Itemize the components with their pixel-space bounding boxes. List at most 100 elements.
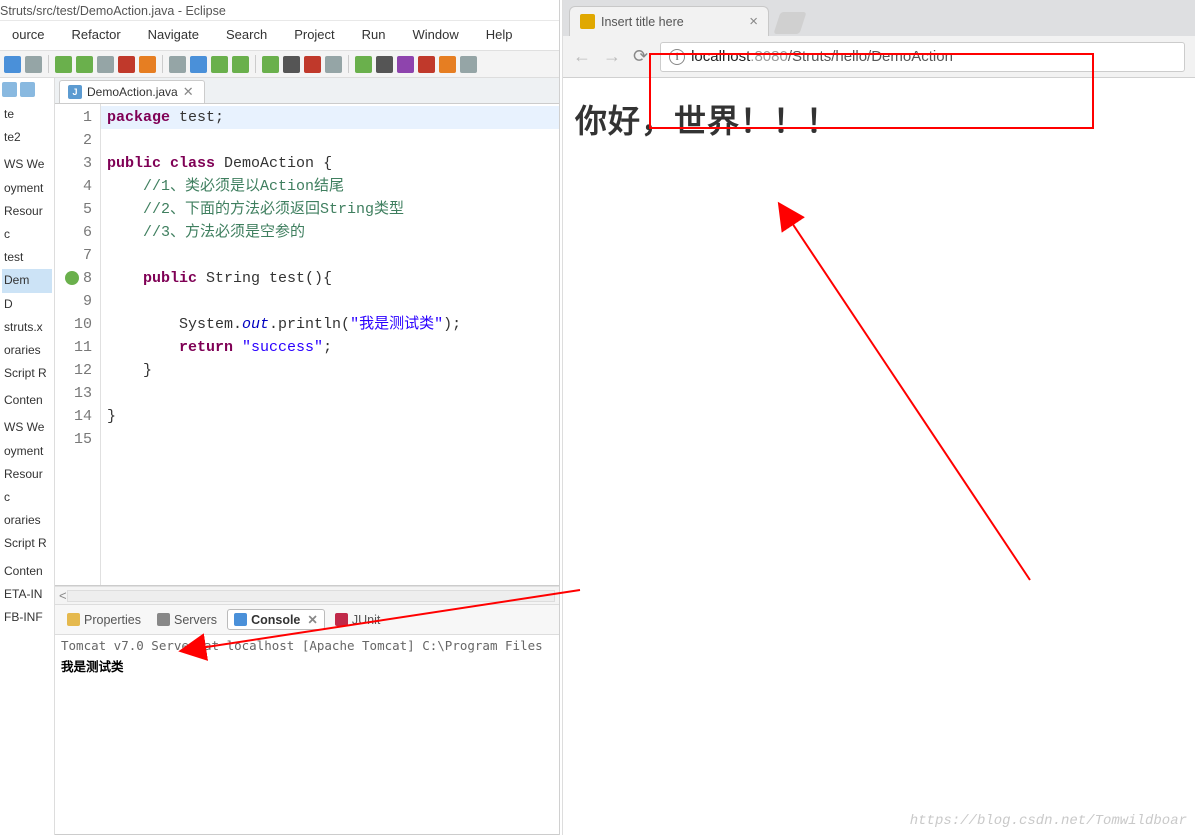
explorer-item[interactable]: Conten <box>2 389 52 412</box>
code-line[interactable]: //3、方法必须是空参的 <box>107 221 553 244</box>
tab-servers[interactable]: Servers <box>151 611 223 629</box>
tab-junit[interactable]: JUnit <box>329 611 386 629</box>
explorer-item[interactable]: Resour <box>2 463 52 486</box>
toolbar-btn[interactable] <box>376 56 393 73</box>
explorer-item[interactable]: Script R <box>2 362 52 385</box>
explorer-item[interactable]: oraries <box>2 509 52 532</box>
code-line[interactable]: //1、类必须是以Action结尾 <box>107 175 553 198</box>
tab-console[interactable]: Console ✕ <box>227 609 325 630</box>
favicon-icon <box>580 14 595 29</box>
menu-search[interactable]: Search <box>214 25 279 44</box>
page-heading: 你好，世界！！！ <box>575 96 1183 142</box>
toolbar-btn[interactable] <box>397 56 414 73</box>
menu-help[interactable]: Help <box>474 25 525 44</box>
editor-hscroll[interactable]: < <box>55 586 559 604</box>
code-line[interactable]: //2、下面的方法必须返回String类型 <box>107 198 553 221</box>
explorer-item[interactable]: Dem <box>2 269 52 292</box>
toolbar-btn[interactable] <box>304 56 321 73</box>
explorer-item[interactable]: WS We <box>2 416 52 439</box>
toolbar-btn[interactable] <box>25 56 42 73</box>
toolbar-btn[interactable] <box>190 56 207 73</box>
menu-window[interactable]: Window <box>401 25 471 44</box>
toolbar-btn[interactable] <box>211 56 228 73</box>
toolbar-btn[interactable] <box>169 56 186 73</box>
explorer-item[interactable]: FB-INF <box>2 606 52 629</box>
toolbar-btn[interactable] <box>4 56 21 73</box>
explorer-icon[interactable] <box>2 82 17 97</box>
nav-back-icon[interactable]: ← <box>573 46 591 67</box>
site-info-icon[interactable]: i <box>669 49 685 65</box>
code-content[interactable]: package test; public class DemoAction { /… <box>101 104 559 585</box>
browser-tab[interactable]: Insert title here × <box>569 6 769 36</box>
toolbar-btn[interactable] <box>283 56 300 73</box>
eclipse-title-bar: Struts/src/test/DemoAction.java - Eclips… <box>0 0 559 21</box>
url-path: /Struts/hello/DemoAction <box>788 48 953 65</box>
toolbar-btn[interactable] <box>460 56 477 73</box>
code-line[interactable] <box>107 428 553 451</box>
menu-refactor[interactable]: Refactor <box>60 25 133 44</box>
console-view[interactable]: Tomcat v7.0 Server at localhost [Apache … <box>55 635 559 835</box>
watermark: https://blog.csdn.net/Tomwildboar <box>910 813 1187 829</box>
toolbar-btn[interactable] <box>232 56 249 73</box>
toolbar-btn[interactable] <box>262 56 279 73</box>
explorer-item[interactable]: test <box>2 246 52 269</box>
explorer-item[interactable]: ETA-IN <box>2 583 52 606</box>
code-line[interactable]: return "success"; <box>107 336 553 359</box>
toolbar-btn[interactable] <box>97 56 114 73</box>
explorer-item[interactable]: c <box>2 486 52 509</box>
editor-tab-demoaction[interactable]: J DemoAction.java ✕ <box>59 80 205 103</box>
code-line[interactable] <box>107 129 553 152</box>
servers-icon <box>157 613 170 626</box>
explorer-item[interactable]: oyment <box>2 177 52 200</box>
code-line[interactable]: } <box>107 405 553 428</box>
explorer-item[interactable]: oyment <box>2 440 52 463</box>
explorer-item[interactable]: Resour <box>2 200 52 223</box>
explorer-icon[interactable] <box>20 82 35 97</box>
explorer-item[interactable]: te2 <box>2 126 52 149</box>
explorer-item[interactable]: struts.x <box>2 316 52 339</box>
code-line[interactable] <box>107 244 553 267</box>
menu-project[interactable]: Project <box>282 25 346 44</box>
code-line[interactable]: System.out.println("我是测试类"); <box>107 313 553 336</box>
address-bar[interactable]: i localhost:8080/Struts/hello/DemoAction <box>660 42 1185 72</box>
toolbar-btn[interactable] <box>325 56 342 73</box>
project-explorer[interactable]: tete2WS WeoymentResourctestDem Dstruts.x… <box>0 78 55 835</box>
explorer-item[interactable]: te <box>2 103 52 126</box>
code-line[interactable] <box>107 290 553 313</box>
nav-forward-icon[interactable]: → <box>603 46 621 67</box>
editor-tab-label: DemoAction.java <box>87 85 178 99</box>
code-line[interactable]: } <box>107 359 553 382</box>
close-tab-icon[interactable]: × <box>749 13 758 30</box>
toolbar-btn[interactable] <box>139 56 156 73</box>
explorer-item[interactable]: WS We <box>2 153 52 176</box>
nav-reload-icon[interactable]: ⟳ <box>633 46 648 67</box>
close-tab-icon[interactable]: ✕ <box>183 84 194 100</box>
code-line[interactable]: public String test(){ <box>107 267 553 290</box>
menu-run[interactable]: Run <box>350 25 398 44</box>
browser-tab-strip: Insert title here × <box>563 0 1195 36</box>
toolbar-btn[interactable] <box>418 56 435 73</box>
explorer-item[interactable]: Conten <box>2 560 52 583</box>
toolbar-stop-icon[interactable] <box>118 56 135 73</box>
toolbar-btn[interactable] <box>439 56 456 73</box>
code-line[interactable] <box>107 382 553 405</box>
explorer-item[interactable]: oraries <box>2 339 52 362</box>
explorer-item[interactable]: c <box>2 223 52 246</box>
line-gutter: 123456789101112131415 <box>55 104 101 585</box>
console-output-line: 我是测试类 <box>61 656 553 675</box>
explorer-item[interactable]: Script R <box>2 532 52 555</box>
code-line[interactable]: package test; <box>101 106 559 129</box>
toolbar-btn[interactable] <box>355 56 372 73</box>
menu-source[interactable]: ource <box>0 25 57 44</box>
code-line[interactable]: public class DemoAction { <box>107 152 553 175</box>
explorer-item[interactable]: D <box>2 293 52 316</box>
code-editor[interactable]: 123456789101112131415 package test; publi… <box>55 104 559 586</box>
tab-properties[interactable]: Properties <box>61 611 147 629</box>
toolbar-btn[interactable] <box>76 56 93 73</box>
editor-tab-strip: J DemoAction.java ✕ <box>55 78 559 104</box>
menu-navigate[interactable]: Navigate <box>136 25 211 44</box>
close-icon[interactable]: ✕ <box>307 612 317 627</box>
toolbar-run-icon[interactable] <box>55 56 72 73</box>
new-tab-button[interactable] <box>773 12 806 34</box>
toolbar-separator <box>255 55 256 73</box>
